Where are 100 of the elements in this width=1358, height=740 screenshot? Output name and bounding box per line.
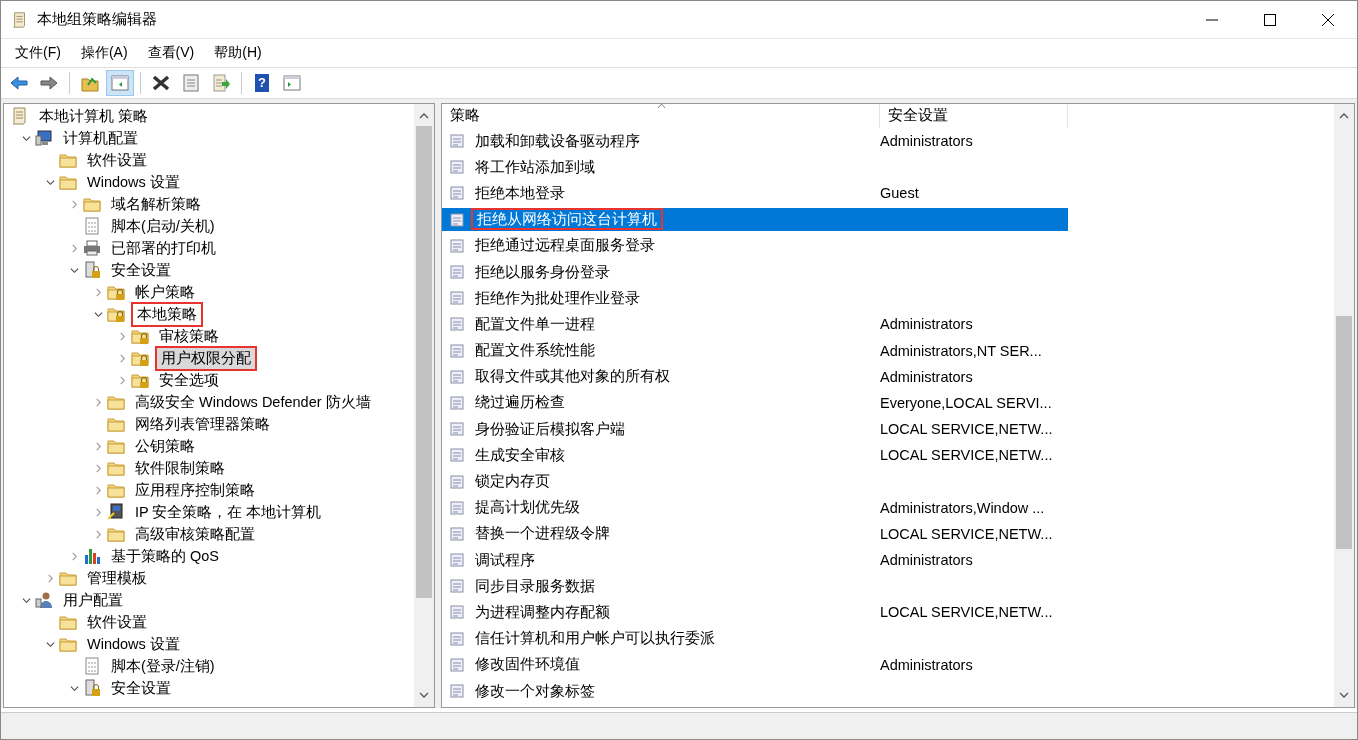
policy-row[interactable]: 将工作站添加到域	[442, 155, 1068, 179]
security-lock-icon	[82, 678, 102, 698]
policy-name: 配置文件系统性能	[474, 341, 596, 361]
security-setting: Everyone,LOCAL SERVI...	[880, 394, 1052, 411]
computer-icon	[34, 128, 54, 148]
policy-row[interactable]: 配置文件系统性能 Administrators,NT SER...	[442, 339, 1068, 363]
printer-icon	[82, 238, 102, 258]
policy-setting-icon	[449, 604, 465, 621]
policy-name: 为进程调整内存配额	[474, 602, 611, 622]
security-setting: Administrators	[880, 316, 973, 333]
scroll-up-icon[interactable]	[419, 112, 429, 120]
scrollbar[interactable]	[414, 104, 434, 707]
policy-row[interactable]: 拒绝以服务身份登录	[442, 260, 1068, 284]
security-setting: LOCAL SERVICE,NETW...	[880, 421, 1053, 438]
menu-item[interactable]: 文件(F)	[5, 41, 71, 65]
policy-row[interactable]: 生成安全审核 LOCAL SERVICE,NETW...	[442, 443, 1068, 467]
policy-name: 替换一个进程级令牌	[474, 524, 611, 544]
policy-row[interactable]: 拒绝通过远程桌面服务登录	[442, 234, 1068, 258]
policy-name: 同步目录服务数据	[474, 576, 596, 596]
question-mark: ?	[258, 76, 266, 90]
policy-setting-icon	[449, 237, 465, 254]
policy-setting-icon	[449, 525, 465, 542]
policy-name: 锁定内存页	[474, 472, 551, 492]
policy-name: 配置文件单一进程	[474, 314, 596, 334]
security-setting: Administrators	[880, 552, 973, 569]
policy-row[interactable]: 取得文件或其他对象的所有权 Administrators	[442, 365, 1068, 389]
policy-name: 修改一个对象标签	[474, 681, 596, 701]
policy-setting-icon	[449, 630, 465, 647]
scrollbar[interactable]	[1334, 104, 1354, 707]
column-header[interactable]: 安全设置	[880, 104, 1068, 128]
policy-row[interactable]: 绕过遍历检查 Everyone,LOCAL SERVI...	[442, 391, 1068, 415]
policy-name: 拒绝以服务身份登录	[474, 262, 611, 282]
security-setting: Administrators	[880, 133, 973, 150]
security-setting: LOCAL SERVICE,NETW...	[880, 525, 1053, 542]
policy-name: 拒绝作为批处理作业登录	[474, 288, 641, 308]
policy-name: 加载和卸载设备驱动程序	[474, 131, 641, 151]
policy-name: 提高计划优先级	[474, 498, 581, 518]
policy-name: 调试程序	[474, 550, 536, 570]
close-icon[interactable]	[1322, 13, 1334, 26]
security-lock-icon	[82, 260, 102, 280]
security-setting: LOCAL SERVICE,NETW...	[880, 604, 1053, 621]
policy-row[interactable]: 同步目录服务数据	[442, 574, 1068, 598]
ip-security-icon	[106, 502, 126, 522]
policy-name: 绕过遍历检查	[474, 393, 566, 413]
security-setting: LOCAL SERVICE,NETW...	[880, 447, 1053, 464]
policy-setting-icon	[449, 368, 465, 385]
policy-setting-icon	[449, 683, 465, 700]
security-setting: Administrators,NT SER...	[880, 342, 1042, 359]
policy-row[interactable]: 配置文件单一进程 Administrators	[442, 312, 1068, 336]
policy-setting-icon	[449, 211, 465, 228]
policy-setting-icon	[449, 447, 465, 464]
menu-item[interactable]: 操作(A)	[70, 41, 138, 65]
policy-name: 修改固件环境值	[474, 655, 581, 675]
policy-row[interactable]: 修改一个对象标签	[442, 679, 1068, 703]
user-icon	[34, 590, 54, 610]
policy-setting-icon	[449, 159, 465, 176]
policy-row[interactable]: 拒绝本地登录 Guest	[442, 181, 1068, 205]
policy-row[interactable]: 为进程调整内存配额 LOCAL SERVICE,NETW...	[442, 600, 1068, 624]
policy-name: 拒绝本地登录	[474, 183, 566, 203]
column-header[interactable]: 策略	[442, 104, 880, 128]
policy-setting-icon	[449, 656, 465, 673]
security-setting: Administrators	[880, 656, 973, 673]
policy-setting-icon	[449, 133, 465, 150]
policy-row[interactable]: 身份验证后模拟客户端 LOCAL SERVICE,NETW...	[442, 417, 1068, 441]
security-setting: Guest	[880, 185, 919, 202]
policy-row[interactable]: 加载和卸载设备驱动程序 Administrators	[442, 129, 1068, 153]
policy-name: 取得文件或其他对象的所有权	[474, 367, 671, 387]
policy-row[interactable]: 修改固件环境值 Administrators	[442, 653, 1068, 677]
policy-name: 拒绝通过远程桌面服务登录	[474, 236, 656, 256]
policy-row[interactable]: 拒绝作为批处理作业登录	[442, 286, 1068, 310]
policy-row[interactable]: 锁定内存页	[442, 470, 1068, 494]
policy-row[interactable]: 拒绝从网络访问这台计算机	[442, 208, 1068, 232]
policy-setting-icon	[449, 185, 465, 202]
maximize-icon[interactable]	[1264, 13, 1276, 26]
policy-setting-icon	[449, 264, 465, 281]
tree-item[interactable]: 用户权限分配	[155, 345, 257, 371]
menu-item[interactable]: 帮助(H)	[204, 41, 272, 65]
security-setting: Administrators	[880, 368, 973, 385]
window-title: 本地组策略编辑器	[37, 10, 158, 29]
policy-setting-icon	[449, 499, 465, 516]
menu-item[interactable]: 查看(V)	[137, 41, 205, 65]
policy-name: 将工作站添加到域	[474, 157, 596, 177]
policy-name: 拒绝从网络访问这台计算机	[471, 208, 663, 231]
policy-setting-icon	[449, 342, 465, 359]
policy-name: 信任计算机和用户帐户可以执行委派	[474, 629, 716, 649]
policy-name: 生成安全审核	[474, 445, 566, 465]
policy-row[interactable]: 调试程序 Administrators	[442, 548, 1068, 572]
policy-row[interactable]: 提高计划优先级 Administrators,Window ...	[442, 496, 1068, 520]
scroll-down-icon[interactable]	[419, 691, 429, 699]
policy-setting-icon	[449, 421, 465, 438]
script-icon	[82, 656, 102, 676]
policy-row[interactable]: 信任计算机和用户帐户可以执行委派	[442, 627, 1068, 651]
tree-item[interactable]: 本地策略	[131, 301, 203, 327]
policy-setting-icon	[449, 316, 465, 333]
policy-row[interactable]: 替换一个进程级令牌 LOCAL SERVICE,NETW...	[442, 522, 1068, 546]
policy-setting-icon	[449, 290, 465, 307]
scroll-up-icon[interactable]	[1339, 112, 1349, 120]
bar-chart-icon	[82, 546, 102, 566]
scroll-down-icon[interactable]	[1339, 691, 1349, 699]
help-button[interactable]: ?	[248, 70, 276, 96]
